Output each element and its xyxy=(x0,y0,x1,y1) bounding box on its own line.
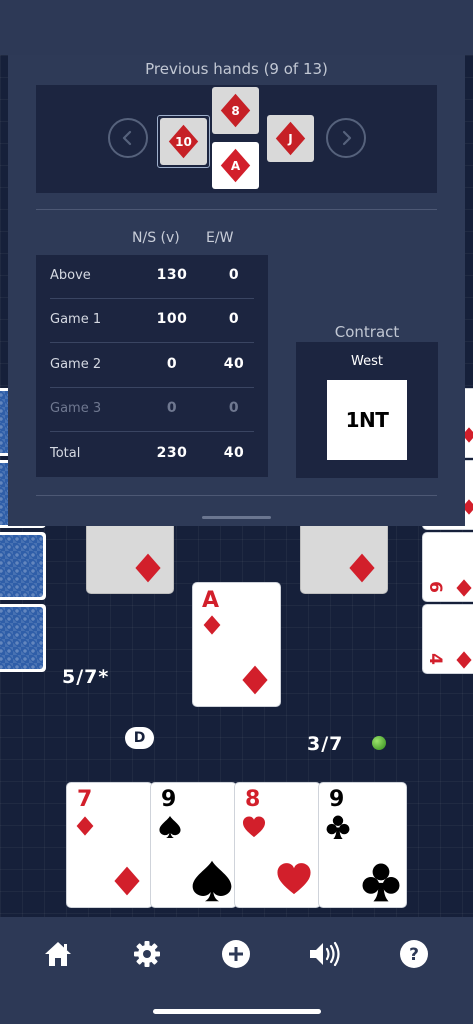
score-ew: 0 xyxy=(228,400,240,416)
score-table: Above 130 0 Game 1 100 0 Game 2 0 40 Gam… xyxy=(36,255,268,477)
score-ns: 0 xyxy=(166,400,178,416)
contract-bid: 1NT xyxy=(327,380,407,460)
next-hand-button[interactable] xyxy=(326,118,366,158)
card-rank: 9 xyxy=(161,787,177,812)
divider xyxy=(36,495,437,496)
trick-card-north[interactable]: 8 xyxy=(212,87,259,134)
hand-card[interactable]: 9 xyxy=(150,782,237,908)
trick-card-rank: 8 xyxy=(231,103,240,118)
trick-card-rank: A xyxy=(230,158,241,173)
west-card-back xyxy=(0,604,46,672)
home-button[interactable] xyxy=(36,932,80,976)
score-ew: 0 xyxy=(228,267,240,283)
score-row: Game 3 0 0 xyxy=(50,388,254,432)
score-ew: 40 xyxy=(223,356,245,372)
trick-card-rank: J xyxy=(288,131,293,146)
score-row-total: Total 230 40 xyxy=(50,433,254,477)
diamond-icon xyxy=(455,651,473,669)
east-card[interactable]: 4 xyxy=(422,604,473,674)
club-icon xyxy=(325,814,351,840)
settings-button[interactable] xyxy=(125,932,169,976)
contract-declarer: West xyxy=(351,354,383,369)
dealer-badge: D xyxy=(125,727,154,749)
east-card-rank: 4 xyxy=(424,653,445,665)
trick-card-east[interactable]: J xyxy=(267,115,314,162)
gear-icon xyxy=(134,941,160,967)
score-header-ns: N/S (v) xyxy=(132,230,180,246)
score-row: Above 130 0 xyxy=(50,255,254,299)
hand-card[interactable]: 7 xyxy=(66,782,153,908)
trick-card-rank: 10 xyxy=(175,134,192,149)
speaker-icon xyxy=(310,941,340,967)
score-header-ew: E/W xyxy=(206,230,234,246)
home-icon xyxy=(45,942,71,966)
new-game-button[interactable] xyxy=(214,932,258,976)
ns-tricks: 5/7* xyxy=(62,666,110,688)
score-ns: 230 xyxy=(156,445,188,461)
bottom-nav: ? xyxy=(0,917,473,1024)
turn-indicator xyxy=(372,736,386,750)
west-card-back xyxy=(0,532,46,600)
score-ew: 0 xyxy=(228,311,240,327)
score-row: Game 2 0 40 xyxy=(50,344,254,388)
ew-tricks: 3/7 xyxy=(307,733,344,755)
panel-title: Previous hands (9 of 13) xyxy=(145,60,328,78)
played-card-south: A xyxy=(192,582,281,707)
score-ew: 40 xyxy=(223,445,245,461)
status-bar xyxy=(0,0,473,55)
score-row-label: Game 2 xyxy=(50,357,102,372)
heart-icon xyxy=(274,861,314,897)
diamond-icon xyxy=(133,551,163,585)
score-row: Game 1 100 0 xyxy=(50,299,254,343)
trick-card-south[interactable]: A xyxy=(212,142,259,189)
sound-button[interactable] xyxy=(303,932,347,976)
hand-card[interactable]: 9 xyxy=(318,782,407,908)
contract-box: West 1NT xyxy=(296,342,438,478)
card-rank: A xyxy=(202,588,220,613)
svg-text:?: ? xyxy=(409,945,419,965)
divider xyxy=(36,209,437,210)
hand-card[interactable]: 8 xyxy=(234,782,321,908)
card-rank: 7 xyxy=(77,787,93,812)
score-ns: 0 xyxy=(166,356,178,372)
card-rank: 8 xyxy=(245,787,261,812)
trick-card-west[interactable]: 10 xyxy=(160,118,207,165)
diamond-icon xyxy=(75,814,95,838)
diamond-icon xyxy=(202,613,222,637)
spade-icon xyxy=(158,815,182,839)
trick-viewer: 10 8 A J xyxy=(36,85,437,193)
diamond-icon xyxy=(112,863,142,899)
diamond-icon xyxy=(347,551,377,585)
help-icon: ? xyxy=(400,940,428,968)
contract-title: Contract xyxy=(334,323,400,341)
score-row-label: Game 3 xyxy=(50,401,102,416)
diamond-icon xyxy=(455,579,473,597)
previous-hands-panel: Previous hands (9 of 13) 10 8 A J N/S (v… xyxy=(8,55,465,526)
score-row-label: Total xyxy=(50,446,81,461)
score-row-label: Game 1 xyxy=(50,312,102,327)
club-icon xyxy=(360,861,402,903)
plus-circle-icon xyxy=(222,940,250,968)
heart-icon xyxy=(241,815,267,839)
card-rank: 9 xyxy=(329,787,345,812)
east-card-rank: 6 xyxy=(424,581,445,593)
east-card[interactable]: 6 xyxy=(422,532,473,602)
diamond-icon xyxy=(240,662,270,698)
panel-drag-handle[interactable] xyxy=(202,516,271,519)
spade-icon xyxy=(190,859,234,903)
score-row-label: Above xyxy=(50,268,91,283)
chevron-left-icon xyxy=(122,130,132,146)
home-indicator xyxy=(153,1009,321,1014)
chevron-right-icon xyxy=(342,130,352,146)
previous-hand-button[interactable] xyxy=(108,118,148,158)
score-ns: 130 xyxy=(156,267,188,283)
help-button[interactable]: ? xyxy=(392,932,436,976)
score-ns: 100 xyxy=(156,311,188,327)
